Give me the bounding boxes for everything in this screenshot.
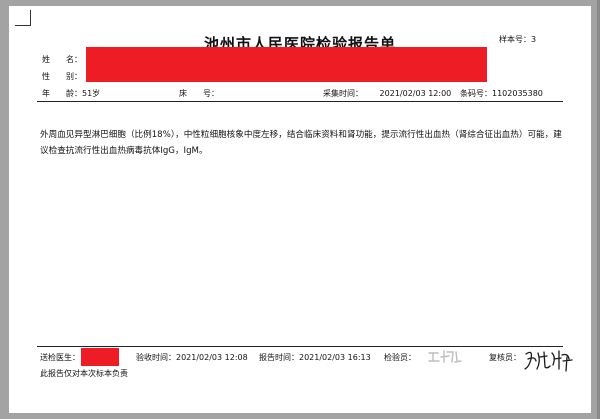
report-time-value: 2021/02/03 16:13 <box>299 353 371 362</box>
collect-time: 采集时间： 2021/02/03 12:00 <box>323 88 451 99</box>
disclaimer: 此报告仅对本次标本负责 <box>40 369 128 378</box>
tester-signature <box>428 350 462 363</box>
barcode-value: 1102035380 <box>492 89 543 98</box>
result-comment: 外周血见异型淋巴细胞（比例18%），中性粒细胞核象中度左移，结合临床资料和肾功能… <box>40 130 562 156</box>
reviewer-label: 复核员： <box>489 353 521 362</box>
age-value: 51岁 <box>82 89 101 98</box>
sample-number-label: 样本号： <box>499 35 531 44</box>
doctor-label: 送检医生： <box>40 353 80 362</box>
collect-time-label: 采集时间： <box>323 89 363 98</box>
patient-name-label: 姓 名： <box>42 55 82 64</box>
bed-number-label: 床 号： <box>179 89 219 98</box>
tester-label: 检验员： <box>384 353 416 362</box>
receive-time-value: 2021/02/03 12:08 <box>176 353 248 362</box>
report-time: 报告时间：2021/02/03 16:13 <box>259 352 371 363</box>
header-divider <box>37 101 563 102</box>
report-page: 池州市人民医院检验报告单 样本号：3 姓 名： 性 别： 年 龄：51岁 床 号… <box>9 6 591 413</box>
receive-time: 验收时间：2021/02/03 12:08 <box>136 352 248 363</box>
sample-number: 样本号：3 <box>499 34 536 45</box>
receive-time-label: 验收时间： <box>136 353 176 362</box>
age-label: 年 龄： <box>42 89 82 98</box>
collect-time-value: 2021/02/03 12:00 <box>379 89 452 98</box>
patient-sex-label: 性 别： <box>42 72 82 81</box>
crop-mark <box>15 25 31 26</box>
doctor-redaction <box>81 348 119 366</box>
sample-number-value: 3 <box>531 35 537 44</box>
report-time-label: 报告时间： <box>259 353 299 362</box>
crop-mark <box>30 10 31 26</box>
patient-age: 年 龄：51岁 <box>42 88 100 99</box>
barcode: 条码号：1102035380 <box>460 88 543 99</box>
barcode-label: 条码号： <box>460 89 492 98</box>
footer-divider <box>37 346 563 347</box>
redaction-box <box>86 47 487 82</box>
reviewer-signature <box>524 350 573 372</box>
